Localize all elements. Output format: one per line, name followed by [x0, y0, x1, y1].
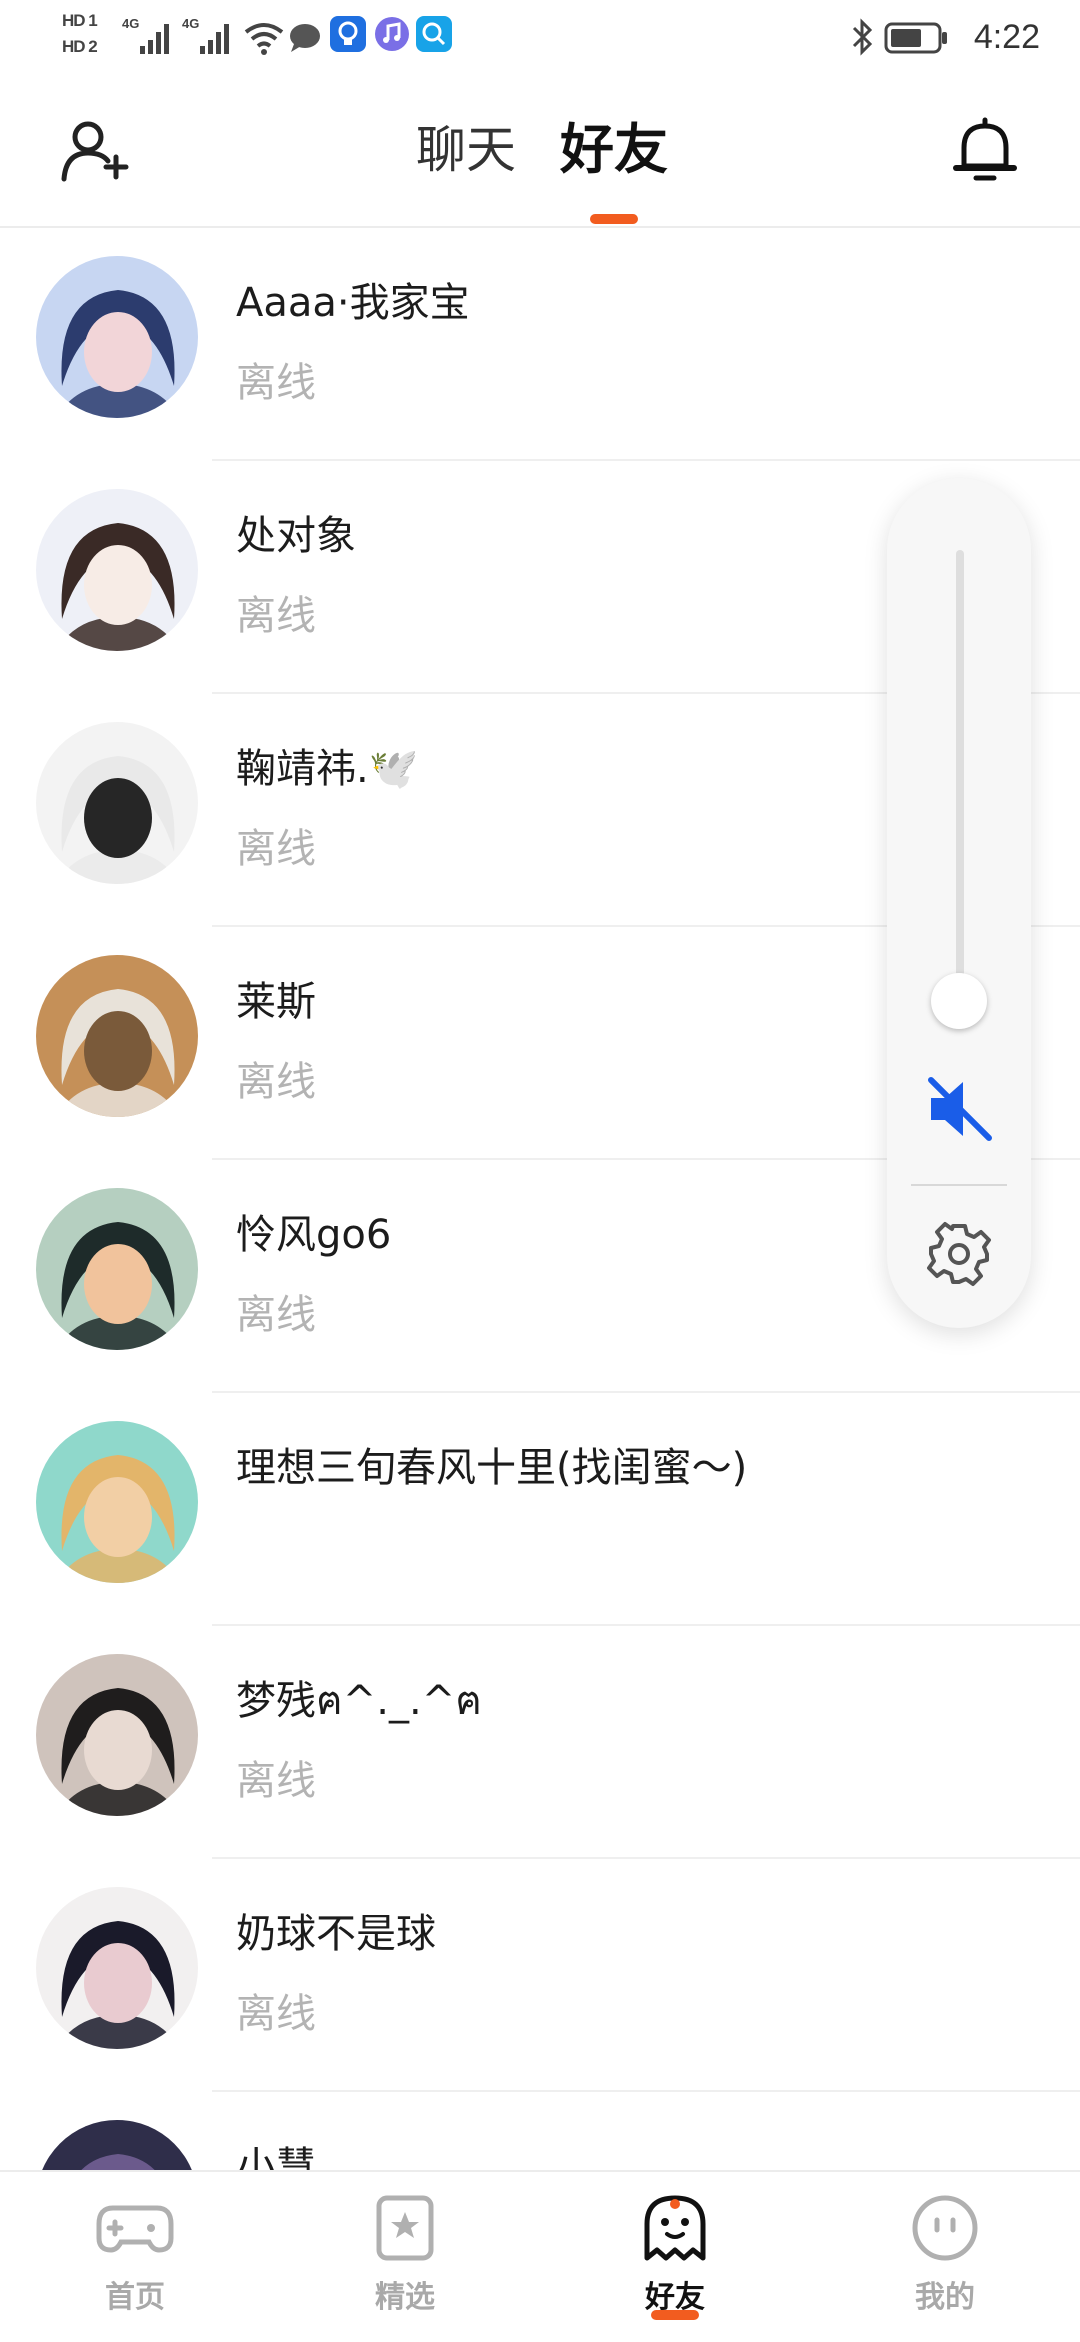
gamepad-icon: [96, 2205, 174, 2253]
volume-panel-divider: [911, 1184, 1007, 1186]
network-type-1: 4G: [122, 16, 140, 31]
friend-status: 离线: [236, 593, 316, 639]
ghost-icon: [644, 2195, 706, 2261]
friend-avatar[interactable]: [36, 722, 198, 884]
status-bar: HD 1 HD 2 4G 4G 4:22: [0, 0, 1080, 72]
music-app-icon: [374, 16, 410, 56]
network-type-2: 4G: [182, 16, 200, 31]
tab-chat[interactable]: 聊天: [416, 118, 516, 182]
tab-active-indicator: [590, 214, 638, 224]
search-app-icon: [416, 16, 452, 56]
avatar-image: [36, 1887, 198, 2049]
hd-badge-2: HD 2: [62, 37, 98, 56]
sound-settings-button[interactable]: [925, 1220, 993, 1288]
friend-status: 离线: [236, 360, 316, 406]
face-icon: [912, 2195, 978, 2261]
nav-featured-label: 精选: [375, 2280, 435, 2315]
message-icon: [288, 22, 322, 58]
battery-icon: [884, 22, 948, 58]
friend-row[interactable]: Aaaa·我家宝 离线: [0, 228, 1080, 461]
friend-status: 离线: [236, 1059, 316, 1105]
speaker-muted-icon: [928, 1077, 992, 1141]
friend-name: 奶球不是球: [236, 1911, 436, 1957]
volume-panel: [887, 478, 1031, 1328]
bulb-app-icon: [330, 16, 366, 56]
nav-me[interactable]: 我的: [845, 2172, 1045, 2342]
bottom-nav: 首页 精选 好友 我的: [0, 2170, 1080, 2342]
friend-status: 离线: [236, 1758, 316, 1804]
signal-icon: 4G: [122, 16, 174, 62]
friend-row[interactable]: 理想三旬春风十里(找闺蜜～): [0, 1393, 1080, 1626]
friend-status: 离线: [236, 1292, 316, 1338]
friend-name: 怜风go6: [236, 1212, 392, 1258]
friend-avatar[interactable]: [36, 1887, 198, 2049]
friend-name: 处对象: [236, 513, 356, 559]
gear-icon: [927, 1222, 991, 1286]
mute-toggle-button[interactable]: [925, 1074, 995, 1144]
clock: 4:22: [973, 18, 1040, 56]
friend-status: 离线: [236, 826, 316, 872]
notification-button[interactable]: [952, 114, 1018, 188]
friend-name: 梦残ฅ^._.^ฅ: [236, 1678, 482, 1724]
friend-avatar[interactable]: [36, 1188, 198, 1350]
friend-status: 离线: [236, 1991, 316, 2037]
add-friend-button[interactable]: [60, 117, 130, 187]
volume-slider-thumb[interactable]: [931, 973, 987, 1030]
avatar-image: [36, 722, 198, 884]
friend-avatar[interactable]: [36, 256, 198, 418]
nav-active-indicator: [651, 2310, 699, 2320]
add-user-icon: [61, 121, 129, 182]
avatar-image: [36, 489, 198, 651]
friend-avatar[interactable]: [36, 955, 198, 1117]
avatar-image: [36, 256, 198, 418]
friend-avatar[interactable]: [36, 1421, 198, 1583]
avatar-image: [36, 1421, 198, 1583]
friend-row[interactable]: 梦残ฅ^._.^ฅ 离线: [0, 1626, 1080, 1859]
friend-avatar[interactable]: [36, 489, 198, 651]
signal-icon-2: 4G: [182, 16, 234, 62]
friend-name: 理想三旬春风十里(找闺蜜～): [236, 1445, 748, 1491]
bluetooth-icon: [850, 18, 874, 60]
avatar-image: [36, 1654, 198, 1816]
nav-friends[interactable]: 好友: [575, 2172, 775, 2342]
status-right: 4:22: [850, 10, 1040, 70]
friend-row[interactable]: 奶球不是球 离线: [0, 1859, 1080, 2092]
avatar-image: [36, 955, 198, 1117]
friend-name: 莱斯: [236, 979, 316, 1025]
avatar-image: [36, 1188, 198, 1350]
friend-name: Aaaa·我家宝: [236, 280, 470, 326]
wifi-icon: [244, 22, 284, 60]
nav-me-label: 我的: [915, 2280, 975, 2315]
bell-icon: [953, 117, 1017, 181]
star-card-icon: [376, 2195, 434, 2261]
nav-home[interactable]: 首页: [35, 2172, 235, 2342]
nav-featured[interactable]: 精选: [305, 2172, 505, 2342]
hd-badges: HD 1 HD 2: [62, 10, 114, 62]
hd-badge-1: HD 1: [62, 11, 98, 30]
top-header: 聊天 好友: [0, 72, 1080, 228]
friend-name: 鞠靖祎.🕊️: [236, 746, 419, 792]
volume-slider-track[interactable]: [956, 550, 964, 1020]
tab-friends[interactable]: 好友: [560, 118, 668, 182]
nav-home-label: 首页: [105, 2280, 165, 2315]
friend-avatar[interactable]: [36, 1654, 198, 1816]
